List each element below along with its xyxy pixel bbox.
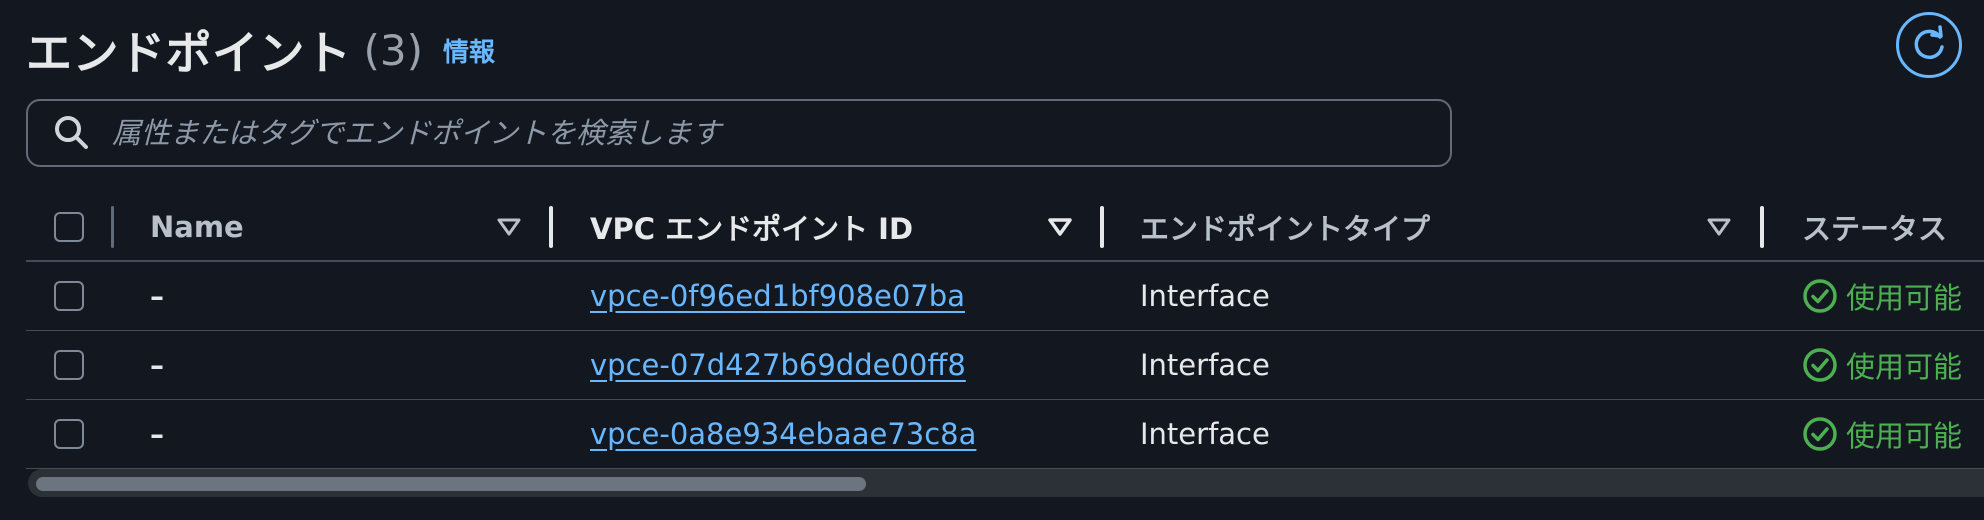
endpoint-count: (3) <box>363 25 424 75</box>
search-input[interactable] <box>110 115 1450 151</box>
page-header: エンドポイント (3) 情報 <box>26 10 495 90</box>
check-circle-icon <box>1803 279 1837 313</box>
table-row[interactable]: – vpce-0f96ed1bf908e07ba Interface 使用可能 <box>26 262 1984 331</box>
name-cell: – <box>150 262 570 330</box>
status-badge: 使用可能 <box>1802 275 1962 317</box>
info-link[interactable]: 情報 <box>443 32 495 69</box>
endpoint-id-link[interactable]: vpce-0a8e934ebaae73c8a <box>590 417 976 451</box>
scrollbar-thumb[interactable] <box>36 477 866 491</box>
status-cell: 使用可能 <box>1802 331 1984 399</box>
search-box[interactable] <box>26 99 1452 167</box>
type-cell: Interface <box>1140 331 1750 399</box>
column-type-label: エンドポイントタイプ <box>1140 212 1431 246</box>
column-divider[interactable] <box>549 206 553 248</box>
table-row[interactable]: – vpce-0a8e934ebaae73c8a Interface 使用可能 <box>26 400 1984 469</box>
name-value: – <box>150 279 164 313</box>
refresh-icon <box>1914 25 1944 60</box>
status-text: 使用可能 <box>1846 419 1963 453</box>
column-header-type[interactable]: エンドポイントタイプ <box>1140 194 1750 260</box>
column-divider[interactable] <box>1760 206 1764 248</box>
status-text: 使用可能 <box>1846 281 1963 315</box>
endpoint-id-link[interactable]: vpce-0f96ed1bf908e07ba <box>590 279 965 313</box>
status-badge: 使用可能 <box>1802 413 1962 455</box>
column-name-label: Name <box>150 210 244 244</box>
name-value: – <box>150 348 164 382</box>
column-status-label: ステータス <box>1802 212 1948 246</box>
table-row[interactable]: – vpce-07d427b69dde00ff8 Interface 使用可能 <box>26 331 1984 400</box>
column-header-status[interactable]: ステータス <box>1802 194 1984 260</box>
row-checkbox[interactable] <box>54 281 84 311</box>
type-cell: Interface <box>1140 262 1750 330</box>
table-header-row: Name VPC エンドポイント ID エンドポイントタイプ ステータス <box>26 194 1984 262</box>
status-badge: 使用可能 <box>1802 344 1962 386</box>
sort-desc-icon[interactable] <box>1705 213 1733 241</box>
name-value: – <box>150 417 164 451</box>
select-all-checkbox[interactable] <box>54 212 84 242</box>
sort-desc-icon[interactable] <box>495 213 523 241</box>
name-cell: – <box>150 331 570 399</box>
row-select-cell <box>54 400 94 468</box>
column-divider[interactable] <box>1100 206 1104 248</box>
column-id-label: VPC エンドポイント ID <box>590 212 914 246</box>
column-header-id[interactable]: VPC エンドポイント ID <box>590 194 1110 260</box>
search-icon <box>55 116 88 149</box>
endpoint-type: Interface <box>1140 417 1270 451</box>
horizontal-scrollbar[interactable] <box>28 469 1984 497</box>
endpoint-id-link[interactable]: vpce-07d427b69dde00ff8 <box>590 348 966 382</box>
page-title: エンドポイント <box>26 26 352 80</box>
refresh-button[interactable] <box>1896 12 1962 78</box>
type-cell: Interface <box>1140 400 1750 468</box>
id-cell: vpce-0a8e934ebaae73c8a <box>590 400 1110 468</box>
check-circle-icon <box>1803 348 1837 382</box>
name-cell: – <box>150 400 570 468</box>
column-divider[interactable] <box>111 206 114 248</box>
row-checkbox[interactable] <box>54 419 84 449</box>
row-select-cell <box>54 262 94 330</box>
status-cell: 使用可能 <box>1802 262 1984 330</box>
id-cell: vpce-07d427b69dde00ff8 <box>590 331 1110 399</box>
check-circle-icon <box>1803 417 1837 451</box>
sort-desc-icon[interactable] <box>1046 213 1074 241</box>
select-all-cell <box>54 194 94 260</box>
endpoint-type: Interface <box>1140 348 1270 382</box>
status-cell: 使用可能 <box>1802 400 1984 468</box>
endpoints-page: エンドポイント (3) 情報 Name <box>0 0 1984 520</box>
row-checkbox[interactable] <box>54 350 84 380</box>
row-select-cell <box>54 331 94 399</box>
status-text: 使用可能 <box>1846 350 1963 384</box>
endpoints-table: Name VPC エンドポイント ID エンドポイントタイプ ステータス – v… <box>26 194 1984 469</box>
id-cell: vpce-0f96ed1bf908e07ba <box>590 262 1110 330</box>
endpoint-type: Interface <box>1140 279 1270 313</box>
